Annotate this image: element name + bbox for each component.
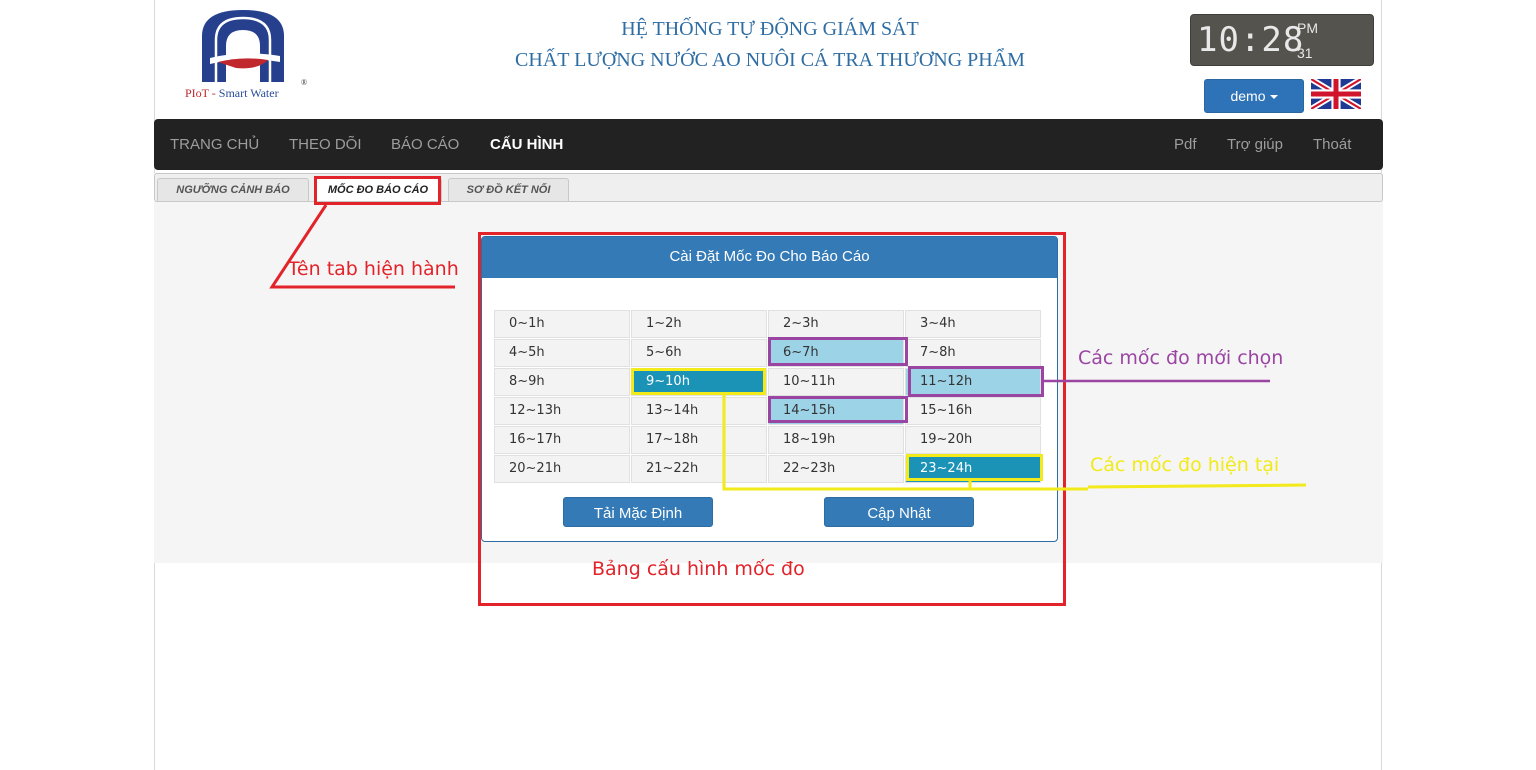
clock-time: 10:28	[1197, 20, 1305, 60]
tab-connection-diagram[interactable]: SƠ ĐỒ KẾT NỐI	[448, 178, 569, 201]
page-title-line2: CHẤT LƯỢNG NƯỚC AO NUÔI CÁ TRA THƯƠNG PH…	[515, 49, 1025, 71]
annotation-box-current-23-24	[906, 454, 1043, 481]
tab-threshold-alert[interactable]: NGƯỠNG CẢNH BÁO	[157, 178, 309, 201]
clock-ampm: PM	[1297, 20, 1318, 36]
clock-date: 31	[1297, 45, 1313, 61]
nav-pdf[interactable]: Pdf	[1174, 119, 1197, 170]
registered-mark: ®	[301, 78, 308, 87]
uk-flag-icon[interactable]	[1311, 79, 1361, 109]
nav-logout[interactable]: Thoát	[1313, 119, 1351, 170]
user-menu-button[interactable]: demo	[1204, 79, 1304, 113]
annotation-box-new-6-7	[768, 337, 908, 366]
main-navbar: TRANG CHỦ THEO DÕI BÁO CÁO CẤU HÌNH Pdf …	[154, 119, 1383, 170]
nav-report[interactable]: BÁO CÁO	[391, 119, 459, 170]
nav-home[interactable]: TRANG CHỦ	[170, 119, 259, 170]
nav-config[interactable]: CẤU HÌNH	[490, 119, 563, 170]
piot-logo	[202, 10, 284, 82]
logo-text-smart-water: Smart Water	[218, 86, 279, 100]
annotation-box-current-tab	[314, 176, 441, 205]
annotation-config-table: Bảng cấu hình mốc đo	[592, 558, 805, 580]
nav-help[interactable]: Trợ giúp	[1227, 119, 1283, 170]
logo-text: PIoT - Smart Water ®	[185, 78, 307, 101]
annotation-current-tab: Tên tab hiện hành	[288, 258, 459, 280]
page-title-line1: HỆ THỐNG TỰ ĐỘNG GIÁM SÁT	[621, 18, 919, 40]
nav-monitor[interactable]: THEO DÕI	[289, 119, 362, 170]
annotation-current-selection: Các mốc đo hiện tại	[1090, 454, 1280, 476]
annotation-box-current-9-10	[631, 368, 766, 395]
user-menu-label: demo	[1230, 88, 1266, 104]
logo-text-piot: PIoT -	[185, 86, 216, 100]
caret-down-icon	[1269, 95, 1278, 100]
digital-clock: 10:28 PM 31	[1190, 14, 1374, 66]
annotation-box-new-14-15	[768, 396, 908, 423]
annotation-box-new-11-12	[908, 366, 1044, 397]
annotation-new-selection: Các mốc đo mới chọn	[1078, 347, 1284, 369]
